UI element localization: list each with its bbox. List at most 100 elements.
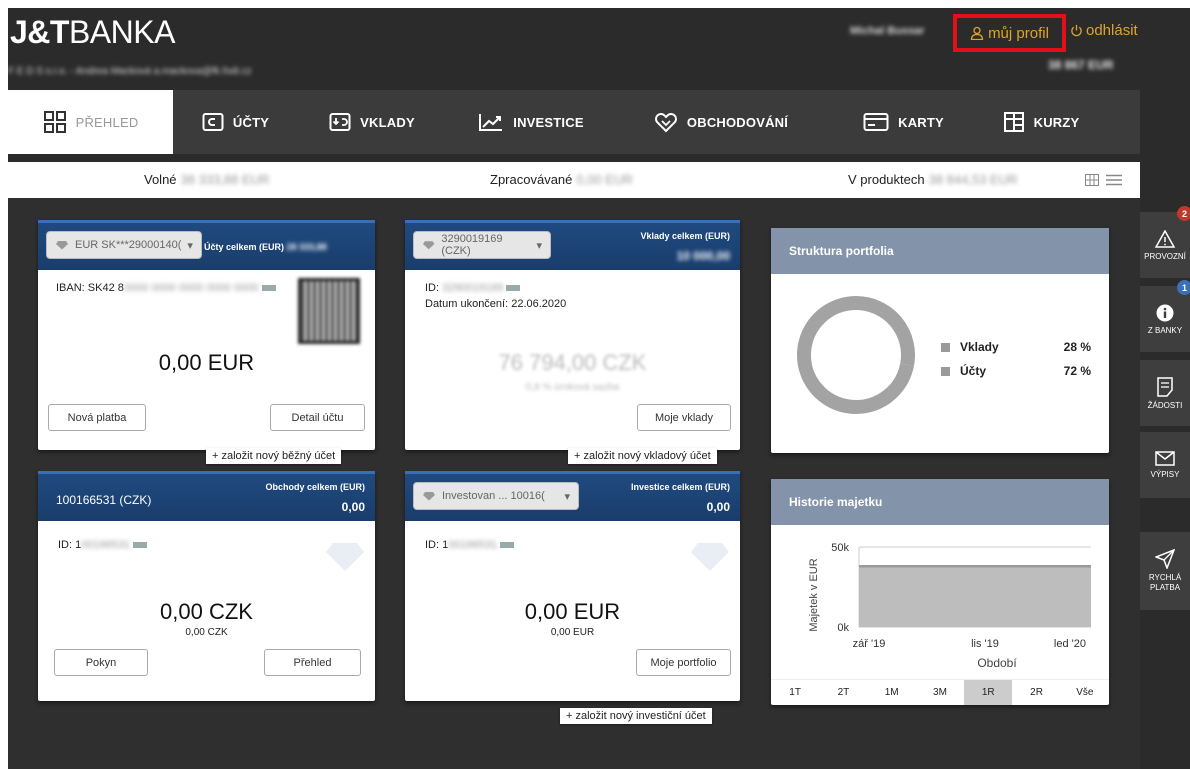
user-icon: [970, 26, 984, 40]
period-option-1t[interactable]: 1T: [771, 680, 819, 705]
rail-provozni[interactable]: 2 PROVOZNÍ: [1140, 206, 1190, 278]
copy-icon[interactable]: [133, 542, 148, 549]
my-profile-label: můj profil: [988, 24, 1049, 42]
add-current-account-link[interactable]: + založit nový běžný účet: [206, 448, 342, 464]
trading-overview-button[interactable]: Přehled: [264, 649, 361, 676]
bank-window: J&TBANKA F E D S s.r.o. - Andrea Macková…: [8, 8, 1190, 769]
list-view-icon[interactable]: [1106, 174, 1122, 186]
nav-tab-ucty[interactable]: ÚČTY: [173, 90, 298, 154]
app-root: J&TBANKA F E D S s.r.o. - Andrea Macková…: [0, 0, 1190, 769]
copy-icon[interactable]: [500, 542, 515, 549]
rail-vypisy[interactable]: VÝPISY: [1140, 432, 1190, 498]
deposit-amount: 76 794,00 CZK: [498, 350, 647, 375]
x-axis-label: Období: [977, 656, 1017, 670]
investment-selector[interactable]: Investovan ... 10016( ▾: [413, 482, 579, 510]
warning-icon: [1155, 229, 1175, 248]
account-detail-button[interactable]: Detail účtu: [270, 404, 365, 431]
period-option-1r[interactable]: 1R: [964, 680, 1013, 705]
new-payment-button[interactable]: Nová platba: [48, 404, 146, 431]
account-holder-line: F E D S s.r.o. - Andrea Macková a.mackov…: [8, 66, 252, 77]
trading-total-label: Obchody celkem (EUR): [265, 482, 365, 492]
order-button[interactable]: Pokyn: [54, 649, 148, 676]
diamond-watermark-icon: [326, 543, 364, 571]
trading-id-label: ID: 1: [58, 539, 82, 551]
free-funds-value: 38 333,88 EUR: [180, 172, 270, 187]
legend-deposits-label: Vklady: [960, 340, 999, 354]
send-icon: [1155, 549, 1175, 569]
logout-link[interactable]: odhlásit: [1070, 22, 1138, 39]
add-investment-account-link[interactable]: + založit nový investiční účet: [560, 708, 712, 724]
diamond-icon: [422, 241, 435, 250]
free-funds-label: Volné: [144, 172, 177, 187]
period-option-vše[interactable]: Vše: [1061, 680, 1109, 705]
my-portfolio-button[interactable]: Moje portfolio: [636, 649, 731, 676]
asset-history-panel: Historie majetku 50k 0k zář '19 lis '19 led …: [771, 479, 1109, 705]
investment-selector-value: Investovan ... 10016(: [442, 490, 545, 502]
accounts-total: Účty celkem (EUR) 28 333,88: [204, 242, 327, 252]
period-option-2t[interactable]: 2T: [819, 680, 867, 705]
processing-funds-label: Zpracovávané: [490, 172, 573, 187]
investments-card-header: Investovan ... 10016( ▾ Investice celkem…: [405, 471, 740, 521]
period-option-1m[interactable]: 1M: [868, 680, 916, 705]
my-profile-link[interactable]: můj profil: [953, 14, 1066, 52]
history-area: [859, 566, 1091, 627]
legend-swatch: [941, 342, 950, 352]
rail-z-banky[interactable]: 1 Z BANKY: [1140, 280, 1190, 352]
trading-card: 100166531 (CZK) Obchody celkem (EUR) 0,0…: [38, 471, 375, 701]
nav-tab-label: KARTY: [898, 114, 944, 130]
notification-badge: 1: [1177, 280, 1190, 295]
rail-zadosti[interactable]: ŽÁDOSTI: [1140, 360, 1190, 426]
nav-tab-obchodovani[interactable]: OBCHODOVÁNÍ: [616, 90, 826, 154]
trading-id-hidden: 00166531: [81, 539, 131, 551]
card-icon: [863, 113, 889, 131]
add-current-account-label: založit nový běžný účet: [221, 450, 336, 462]
diamond-watermark-icon: [691, 543, 729, 571]
add-deposit-account-link[interactable]: + založit nový vkladový účet: [568, 448, 717, 464]
period-option-3m[interactable]: 3M: [916, 680, 964, 705]
deposit-icon: [329, 113, 351, 131]
deposits-card-body: ID: 3290019169 Datum ukončení: 22.06.202…: [405, 270, 740, 450]
portfolio-donut-chart: [797, 296, 915, 414]
deposit-selector[interactable]: 3290019169 (CZK) ▾: [413, 231, 551, 259]
nav-tab-prehled[interactable]: PŘEHLED: [8, 90, 173, 154]
account-selector[interactable]: EUR SK***29000140( ▾: [46, 231, 202, 259]
rail-label: Z BANKY: [1147, 325, 1183, 335]
tile-view-icon[interactable]: [1085, 174, 1099, 186]
legend-accounts-label: Účty: [960, 364, 987, 378]
legend-swatch: [941, 366, 950, 376]
portfolio-structure-title: Struktura portfolia: [771, 228, 1109, 274]
qr-code[interactable]: [298, 278, 360, 344]
investments-card-body: ID: 100166531 0,00 EUR 0,00 EUR Moje por…: [405, 521, 740, 701]
deposit-id: ID: 3290019169: [425, 282, 521, 294]
trading-balance-sub: 0,00 CZK: [185, 627, 228, 638]
deposit-selector-value: 3290019169 (CZK): [441, 233, 503, 257]
nav-tab-kurzy[interactable]: KURZY: [981, 90, 1101, 154]
copy-icon[interactable]: [261, 285, 276, 292]
nav-tab-investice[interactable]: INVESTICE: [446, 90, 616, 154]
deposits-total-value: 10 000,00: [676, 249, 730, 263]
processing-funds: Zpracovávané 0,00 EUR: [490, 172, 633, 187]
investment-id: ID: 100166531: [425, 539, 515, 551]
bank-logo[interactable]: J&TBANKA: [10, 14, 175, 50]
legend-deposits-value: 28 %: [1063, 340, 1091, 354]
handshake-icon: [654, 113, 677, 133]
nav-tab-label: ÚČTY: [232, 114, 270, 130]
view-switch: [1085, 174, 1122, 186]
dashboard-content: EUR SK***29000140( ▾ Účty celkem (EUR) 2…: [8, 198, 1140, 769]
deposits-card-header: 3290019169 (CZK) ▾ Vklady celkem (EUR) 1…: [405, 220, 740, 270]
logout-label: odhlásit: [1086, 22, 1138, 39]
nav-tab-label: PŘEHLED: [75, 114, 139, 130]
iban-hidden: 0000 0000 0000 0000 0000: [123, 282, 259, 294]
nav-tab-karty[interactable]: KARTY: [826, 90, 981, 154]
my-deposits-button[interactable]: Moje vklady: [637, 404, 731, 431]
y-tick-label: 0k: [837, 622, 849, 634]
rail-rychla-platba[interactable]: RYCHLÁ PLATBA: [1140, 532, 1190, 610]
period-selector: 1T 2T 1M 3M 1R 2R Vše: [771, 679, 1109, 705]
copy-icon[interactable]: [506, 285, 521, 292]
asset-history-chart: 50k 0k zář '19 lis '19 led '20 Období Majetek …: [808, 542, 1091, 670]
request-form-icon: [1157, 376, 1173, 397]
trading-total-value: 0,00: [341, 500, 365, 514]
add-investment-account-label: založit nový investiční účet: [575, 710, 706, 722]
nav-tab-vklady[interactable]: VKLADY: [298, 90, 446, 154]
period-option-2r[interactable]: 2R: [1012, 680, 1060, 705]
